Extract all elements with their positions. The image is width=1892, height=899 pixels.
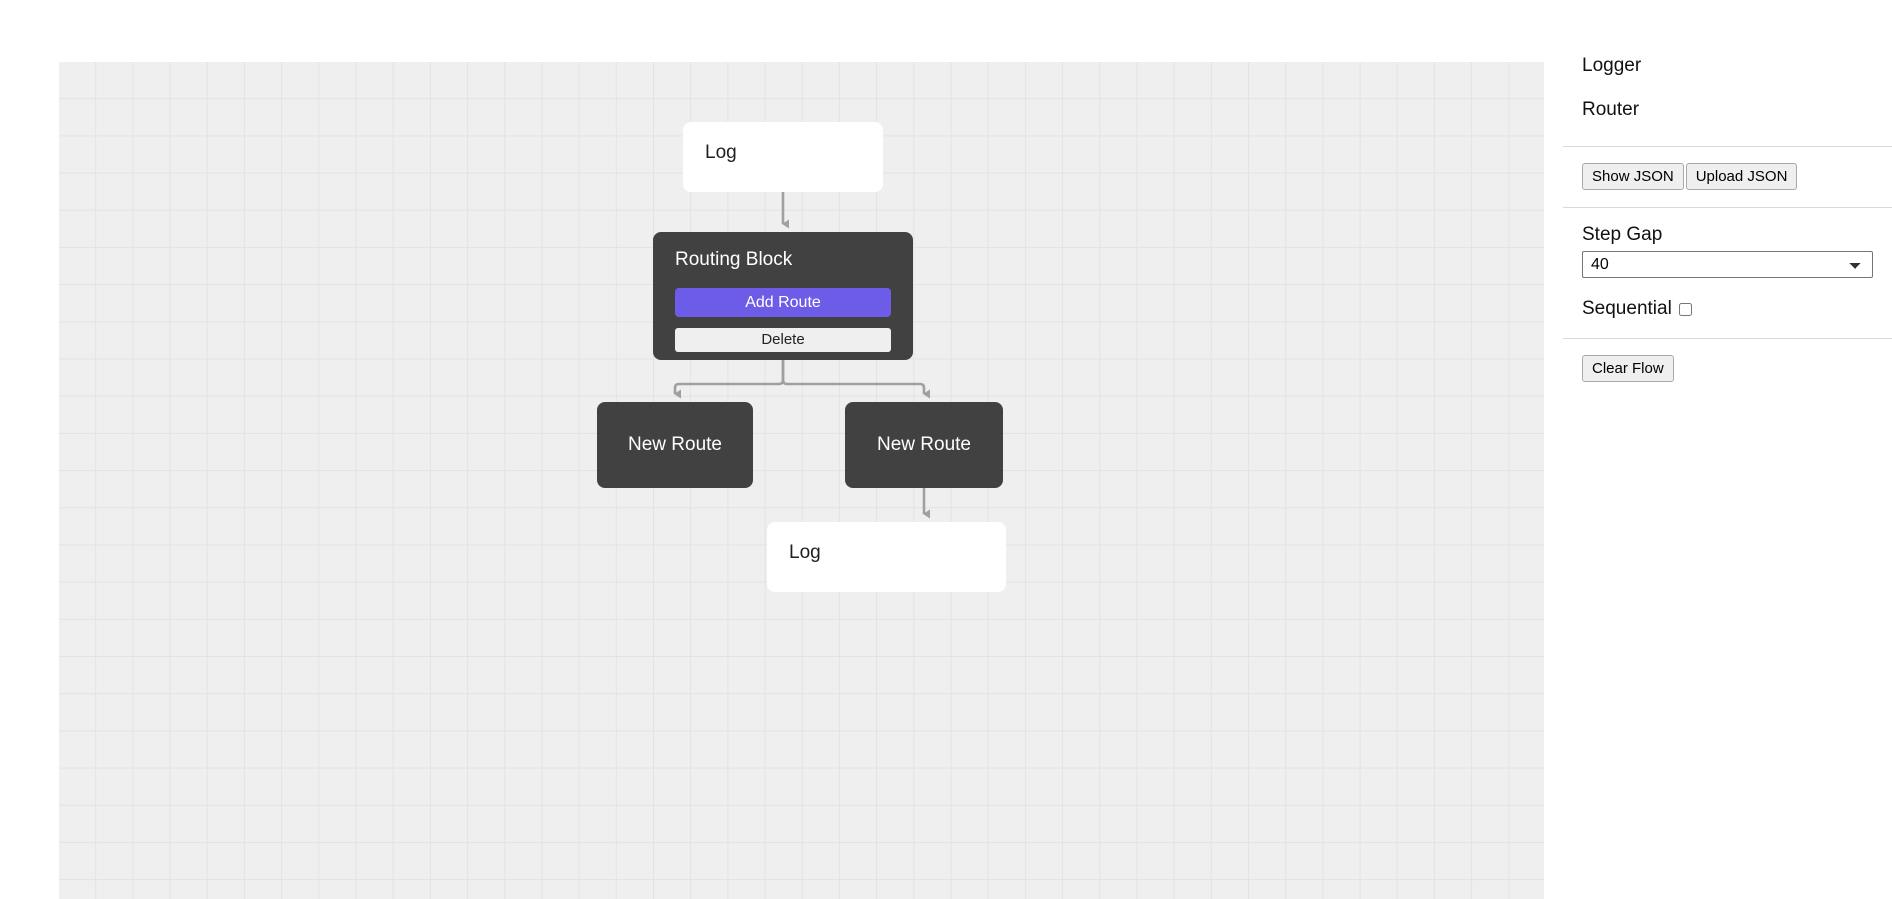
add-route-button[interactable]: Add Route (675, 288, 891, 317)
node-log-top[interactable]: Log (683, 122, 883, 192)
flow-canvas[interactable]: Log Routing Block Add Route Delete New R… (59, 62, 1544, 899)
edge-router-to-route-right (783, 360, 924, 394)
edge-router-to-route-left (675, 360, 783, 394)
node-palette: Logger Router (1563, 0, 1892, 146)
danger-section: Clear Flow (1563, 339, 1892, 400)
upload-json-button[interactable]: Upload JSON (1686, 163, 1798, 191)
json-actions-section: Show JSON Upload JSON (1563, 147, 1892, 208)
palette-item-router[interactable]: Router (1563, 88, 1892, 132)
sequential-checkbox[interactable] (1679, 303, 1692, 316)
clear-flow-button[interactable]: Clear Flow (1582, 355, 1674, 383)
node-label: Log (789, 542, 821, 563)
palette-item-label: Logger (1582, 55, 1641, 76)
palette-item-logger[interactable]: Logger (1563, 44, 1892, 88)
node-log-bottom[interactable]: Log (767, 522, 1006, 592)
step-gap-select[interactable]: 010203040506080100 (1582, 251, 1873, 278)
show-json-button[interactable]: Show JSON (1582, 163, 1684, 191)
sequential-row: Sequential (1582, 298, 1873, 321)
node-new-route-right[interactable]: New Route (845, 402, 1003, 488)
node-label: Log (705, 142, 737, 163)
node-label: New Route (628, 434, 722, 456)
node-title: Routing Block (675, 250, 891, 271)
node-label: New Route (877, 434, 971, 456)
palette-item-label: Router (1582, 99, 1639, 120)
node-routing-block[interactable]: Routing Block Add Route Delete (653, 232, 913, 360)
node-new-route-left[interactable]: New Route (597, 402, 753, 488)
step-gap-label: Step Gap (1582, 224, 1873, 247)
delete-node-button[interactable]: Delete (675, 328, 891, 352)
flow-builder-app: Log Routing Block Add Route Delete New R… (0, 0, 1892, 899)
sequential-label: Sequential (1582, 298, 1672, 321)
sidebar: Logger Router Show JSON Upload JSON Step… (1563, 0, 1892, 899)
settings-section: Step Gap 010203040506080100 Sequential (1563, 208, 1892, 338)
